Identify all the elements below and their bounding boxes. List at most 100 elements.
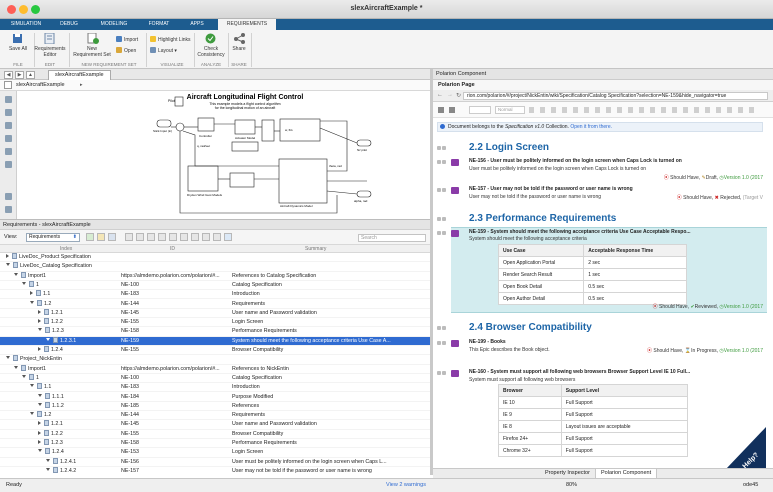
delete-icon[interactable] [158,233,166,241]
workitem-ne-160-title[interactable]: NE-160 - System must support all followi… [469,369,690,375]
refresh-icon[interactable] [213,233,221,241]
forward-arrow-icon[interactable]: → [447,92,453,98]
expand-icon[interactable] [5,206,12,213]
chevron-right-icon[interactable] [38,430,41,435]
table-row[interactable]: Import1 https://almdemo.polarion.com/pola… [0,364,430,374]
col-summary[interactable]: Summary [305,246,326,252]
workitem-ne-156-title[interactable]: NE-156 - User must be politely informed … [469,158,682,164]
save-icon[interactable] [108,233,116,241]
table-row[interactable]: 1.2.4 NE-153 Login Screen [0,448,430,458]
paste-icon[interactable] [147,233,155,241]
chevron-down-icon[interactable] [6,356,10,360]
chevron-right-icon[interactable] [6,254,9,258]
workitem-ne-199-title[interactable]: NE-199 - Books [469,339,506,345]
table-row[interactable]: 1 NE-100 Catalog Specification [0,373,430,384]
back-button[interactable]: ◀ [4,71,13,79]
chevron-down-icon[interactable] [30,300,34,304]
solver-name[interactable]: ode45 [743,479,758,491]
warnings-link[interactable]: View 2 warnings [386,479,426,491]
chevron-right-icon[interactable] [38,319,41,324]
workitem-ne-157-title[interactable]: NE-157 - User may not be told if the pas… [469,186,633,192]
chevron-right-icon[interactable] [38,309,41,314]
model-canvas[interactable]: Aircraft Longitudinal Flight Control Thi… [17,91,430,219]
url-field[interactable]: rion.com/polarion/#/project/NickEntin/wi… [463,92,768,100]
camera-icon[interactable] [5,193,12,200]
formatting-icons[interactable] [529,107,759,113]
view-select[interactable]: Requirements ⬍ [26,233,80,242]
table-row[interactable]: Project_NickEntin [0,355,430,365]
table-row[interactable]: 1.2.4.1 NE-156 User must be politely infor… [0,457,430,467]
share-button[interactable]: Share [229,46,249,52]
model-tab[interactable]: slexAircraftExample [48,70,111,80]
tab-debug[interactable]: DEBUG [52,19,86,30]
table-row[interactable]: 1.2.3 NE-158 Performance Requirements [0,327,430,337]
cut-icon[interactable] [125,233,133,241]
open-button[interactable]: Open [116,47,136,55]
table-row[interactable]: 1.1 NE-183 Introduction [0,383,430,393]
move-down-icon[interactable] [202,233,210,241]
table-row[interactable]: 1.1.2 NE-185 References [0,401,430,412]
chevron-down-icon[interactable] [38,449,42,453]
tab-apps[interactable]: APPS [182,19,212,30]
table-row[interactable]: 1.2.3 NE-158 Performance Requirements [0,439,430,449]
nz-output-port[interactable] [356,139,372,147]
table-row[interactable]: 1.2.2 NE-155 Login Screen [0,318,430,328]
chevron-down-icon[interactable] [46,337,50,341]
table-row[interactable]: Import1 https://almdemo.polarion.com/pola… [0,271,430,281]
up-button[interactable]: ▲ [26,71,35,79]
chevron-down-icon[interactable] [46,458,50,462]
col-id[interactable]: ID [170,246,175,252]
workitem-icon[interactable] [451,370,459,377]
tab-format[interactable]: FORMAT [141,19,177,30]
workitem-icon[interactable] [451,159,459,166]
table-row[interactable]: 1.2.1 NE-145 User name and Password valida… [0,420,430,430]
import-button[interactable]: Import [116,36,138,44]
copy-icon[interactable] [136,233,144,241]
tab-requirements[interactable]: REQUIREMENTS [218,19,276,30]
gear-icon[interactable] [449,107,455,113]
chevron-down-icon[interactable] [14,365,18,369]
area-icon[interactable] [5,148,12,155]
workitem-icon[interactable] [451,230,459,237]
col-index[interactable]: Index [60,246,72,252]
table-row[interactable]: 1.2.4.2 NE-157 User may not be told if the… [0,466,430,475]
document-icon[interactable] [438,107,444,113]
table-row[interactable]: 1 NE-100 Catalog Specification [0,280,430,291]
help-button[interactable]: Help? [726,427,766,470]
table-row[interactable]: 1.1.1 NE-184 Purpose Modified [0,392,430,402]
vehicle-block[interactable] [278,158,328,204]
chevron-down-icon[interactable] [22,374,26,378]
table-row[interactable]: 1.2.2 NE-155 Browser Compatibility [0,429,430,439]
gain-block[interactable] [231,141,259,152]
insert-button[interactable] [469,106,491,114]
controller-block[interactable] [197,117,215,132]
zoom-icon[interactable] [5,96,12,103]
tab-modeling[interactable]: MODELING [91,19,137,30]
promote-icon[interactable] [169,233,177,241]
save-all-button[interactable]: Save All [3,46,33,52]
sum-block[interactable] [175,122,185,132]
open-collection-link[interactable]: Open it from there. [570,124,612,130]
chevron-down-icon[interactable] [38,393,42,397]
table-row[interactable]: LiveDoc_Catalog Specification [0,262,430,272]
highlight-links-button[interactable]: Highlight Links [150,36,191,44]
alpha-output-port[interactable] [356,190,372,198]
move-up-icon[interactable] [191,233,199,241]
workitem-icon[interactable] [451,340,459,347]
image-icon[interactable] [5,135,12,142]
actuator-block[interactable] [234,119,256,135]
table-row[interactable]: 1.2 NE-144 Requirements [0,299,430,309]
wind-gust-block[interactable] [187,165,219,192]
table-row[interactable]: 1.2.3.1 NE-159 System should meet the foll… [0,336,430,346]
workitem-icon[interactable] [451,187,459,194]
search-input[interactable]: Search [358,234,426,242]
stick-input-port[interactable] [156,119,172,128]
reload-icon[interactable]: ↻ [456,92,461,99]
sync-icon[interactable] [224,233,232,241]
new-requirement-set-button[interactable]: New Requirement Set [72,46,112,58]
forward-button[interactable]: ▶ [15,71,24,79]
table-row[interactable]: 1.2 NE-144 Requirements [0,411,430,421]
hide-icon[interactable] [5,161,12,168]
check-consistency-button[interactable]: Check Consistency [196,46,226,58]
demote-icon[interactable] [180,233,188,241]
